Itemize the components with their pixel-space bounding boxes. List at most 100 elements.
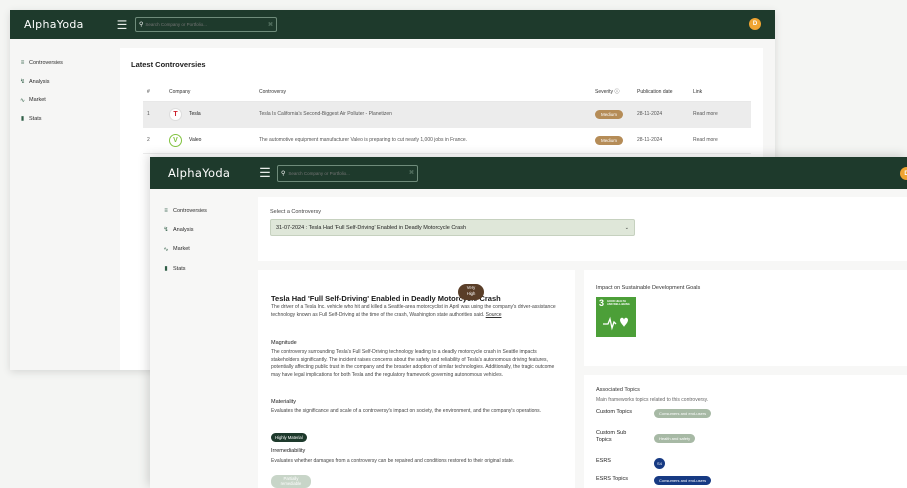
sidebar-item-label: Stats [29,115,42,122]
column-header: Link [689,83,751,102]
company-name: Tesla [189,111,201,117]
sidebar-item-stats[interactable]: ▮ Stats [162,259,207,278]
magnitude-text: The controversy surrounding Tesla's Full… [271,349,555,378]
sidebar-item-label: Controversies [29,60,63,67]
associated-topics-card: Associated Topics Main frameworks topics… [584,375,907,488]
controversies-table: # Company Controversy Severity ⓘ Publica… [143,83,751,154]
row-number: 2 [143,127,165,154]
list-icon: ≡ [164,207,168,214]
materiality-heading: Materiality [271,399,297,405]
menu-icon[interactable]: ☰ [114,18,130,32]
heartbeat-icon [603,316,628,331]
sidebar-item-label: Controversies [173,207,207,214]
chevron-down-icon: ⌄ [624,224,629,231]
card-title: Latest Controversies [131,60,206,69]
irremediability-text: Evaluates whether damages from a controv… [271,458,515,464]
sidebar: ≡ Controversies ↯ Analysis ∿ Market ▮ St… [18,54,63,128]
company-cell[interactable]: T Tesla [169,107,251,121]
controversy-summary: The driver of a Tesla Inc. vehicle who h… [271,304,561,319]
column-header[interactable]: Severity ⓘ [591,83,633,102]
top-bar: AlphaYoda ☰ ⚲ ⌘ D [10,10,775,39]
analysis-icon: ↯ [163,227,169,234]
custom-sub-topics-label: Custom Sub Topics [596,430,648,444]
summary-text: The driver of a Tesla Inc. vehicle who h… [271,304,556,318]
column-header: Publication date [633,83,689,102]
severity-badge: Medium [595,135,624,145]
source-link[interactable]: Source [486,312,502,318]
market-icon: ∿ [19,97,26,104]
irremediability-heading: Irremediability [271,448,306,454]
sidebar-item-label: Stats [173,265,186,272]
select-value: 31-07-2024 : Tesla Had 'Full Self-Drivin… [276,224,467,231]
app-logo[interactable]: AlphaYoda [150,166,258,180]
table-header-row: # Company Controversy Severity ⓘ Publica… [143,83,751,102]
sdg-title: Impact on Sustainable Development Goals [596,285,701,291]
sdg-goal-text: GOOD HEALTH AND WELL-BEING [607,300,630,306]
sdg-impact-card: Impact on Sustainable Development Goals … [584,270,907,366]
search-input[interactable] [145,22,268,27]
label-line: Custom Sub [596,430,627,436]
sidebar-item-stats[interactable]: ▮ Stats [18,110,63,129]
valeo-logo-icon: V [169,133,182,147]
select-controversy-card: Select a Controversy 31-07-2024 : Tesla … [258,197,907,261]
controversy-select[interactable]: 31-07-2024 : Tesla Had 'Full Self-Drivin… [270,219,635,236]
sidebar-item-analysis[interactable]: ↯ Analysis [162,220,207,239]
search-icon: ⚲ [281,170,286,177]
shortcut-hint: ⌘ [409,170,414,176]
read-more-link[interactable]: Read more [693,137,718,143]
sidebar-item-market[interactable]: ∿ Market [18,91,63,110]
materiality-badge: Highly Material [271,433,307,442]
search-icon: ⚲ [139,22,144,28]
custom-topic-pill: Consumers and end-users [654,409,712,418]
user-avatar[interactable]: D [749,18,761,30]
app-logo[interactable]: AlphaYoda [10,18,110,31]
stats-icon: ▮ [20,116,25,123]
search-box[interactable]: ⚲ ⌘ [135,17,277,32]
read-more-link[interactable]: Read more [693,111,718,117]
sidebar: ≡ Controversies ↯ Analysis ∿ Market ▮ St… [162,201,207,278]
sidebar-item-label: Market [29,97,46,104]
sidebar-item-label: Market [173,246,190,253]
publication-date: 28-11-2024 [633,127,689,154]
controversy-text: Tesla Is California's Second-Biggest Air… [255,101,591,128]
shortcut-hint: ⌘ [268,21,273,28]
irremediability-badge: Partially remediable [271,475,311,488]
search-box[interactable]: ⚲ ⌘ [277,164,418,182]
company-name: Valeo [189,137,202,143]
search-input[interactable] [288,170,409,176]
materiality-text: Evaluates the significance and scale of … [271,408,542,414]
magnitude-heading: Magnitude [271,340,297,346]
topics-title: Associated Topics [596,387,640,393]
stats-icon: ▮ [164,266,168,273]
menu-icon[interactable]: ☰ [258,165,272,181]
esrs-badge: S4 [654,458,665,469]
sidebar-item-label: Analysis [173,226,194,233]
esrs-topic-pill: Consumers and end-users [654,476,712,485]
table-row[interactable]: 1 T Tesla Tesla Is California's Second-B… [143,101,751,128]
controversy-text: The automotive equipment manufacturer Va… [255,127,591,154]
sdg-goal-tile[interactable]: 3 GOOD HEALTH AND WELL-BEING [596,297,636,337]
column-header: # [143,83,165,102]
severity-badge: Very High [458,284,484,300]
company-cell[interactable]: V Valeo [169,133,251,147]
sidebar-item-controversies[interactable]: ≡ Controversies [18,54,63,73]
sdg-goal-number: 3 [599,298,605,308]
custom-sub-topic-pill: Health and safety [654,434,696,443]
sidebar-item-market[interactable]: ∿ Market [162,240,207,259]
custom-topics-label: Custom Topics [596,409,632,415]
sidebar-item-analysis[interactable]: ↯ Analysis [18,73,63,92]
publication-date: 28-11-2024 [633,101,689,128]
controversy-detail-card: Tesla Had 'Full Self-Driving' Enabled in… [258,270,575,488]
row-number: 1 [143,101,165,128]
dashboard-window-front: AlphaYoda ☰ ⚲ ⌘ D ≡ Controversies ↯ Anal… [150,157,907,488]
select-label: Select a Controversy [270,209,322,215]
label-line: Topics [596,437,612,444]
esrs-topics-label: ESRS Topics [596,476,628,482]
topics-subtitle: Main frameworks topics related to this c… [596,397,709,403]
sidebar-item-controversies[interactable]: ≡ Controversies [162,201,207,220]
user-avatar[interactable]: D [900,167,907,180]
sidebar-item-label: Analysis [29,78,50,85]
column-header: Controversy [255,83,591,102]
table-row[interactable]: 2 V Valeo The automotive equipment manuf… [143,127,751,154]
column-header: Company [165,83,255,102]
